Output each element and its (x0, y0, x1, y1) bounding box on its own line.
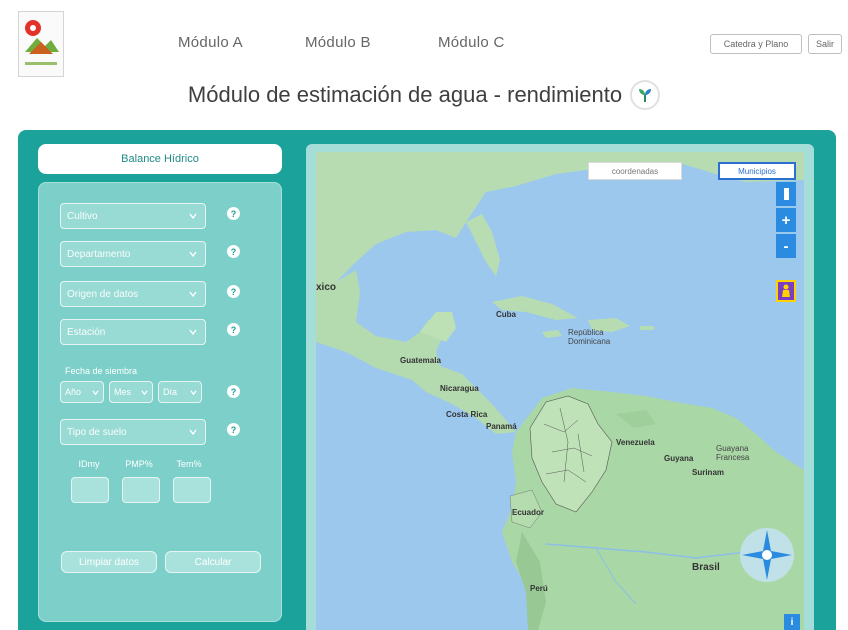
clear-data-button[interactable]: Limpiar datos (61, 551, 157, 573)
tipo-suelo-select[interactable]: Tipo de suelo (60, 419, 206, 445)
month-select-label: Mes (114, 387, 132, 397)
zoom-out-button[interactable]: - (776, 234, 796, 258)
zoom-controls: + - (776, 182, 796, 258)
estacion-select[interactable]: Estación (60, 319, 206, 345)
fecha-siembra-label: Fecha de siembra (65, 366, 138, 376)
help-icon[interactable]: ? (227, 323, 240, 336)
departamento-select-label: Departamento (67, 248, 131, 260)
idmy-input[interactable] (71, 477, 109, 503)
fullscreen-icon[interactable] (776, 182, 796, 206)
plant-icon (630, 80, 661, 110)
map-label-guyana: Guyana (664, 454, 694, 463)
idmy-label: IDmy (78, 459, 100, 469)
main-panel: Balance Hídrico Cultivo ? Departamento ?… (18, 130, 836, 630)
map-label-panama: Panamá (486, 422, 517, 431)
map-label-mexico: xico (316, 282, 337, 293)
app-logo[interactable] (18, 11, 64, 77)
help-icon[interactable]: ? (227, 285, 240, 298)
map-frame: xico Cuba República Dominicana Guatemala… (306, 144, 814, 630)
map-terrain (316, 152, 804, 630)
map-label-brasil: Brasil (692, 562, 720, 573)
map-label-guayana-fr: Guayana Francesa (716, 444, 750, 462)
origen-datos-select-label: Origen de datos (67, 288, 139, 300)
cultivo-select[interactable]: Cultivo (60, 203, 206, 229)
estacion-select-label: Estación (67, 326, 106, 338)
map-canvas[interactable]: xico Cuba República Dominicana Guatemala… (316, 152, 804, 630)
day-select-label: Día (163, 387, 178, 397)
help-icon[interactable]: ? (227, 423, 240, 436)
form-panel: Cultivo ? Departamento ? Origen de datos… (38, 182, 282, 622)
map-label-venezuela: Venezuela (616, 438, 655, 447)
info-button[interactable]: i (784, 614, 800, 630)
chevron-down-icon (189, 291, 197, 298)
map-label-guatemala: Guatemala (400, 356, 441, 365)
map-layer-toggle: coordenadas Municipios (588, 162, 796, 180)
tipo-suelo-select-label: Tipo de suelo (67, 426, 127, 438)
pmp-label: PMP% (125, 459, 153, 469)
nav-modulo-b[interactable]: Módulo B (305, 34, 371, 51)
chevron-down-icon (141, 390, 148, 396)
calculate-button[interactable]: Calcular (165, 551, 261, 573)
pmp-input[interactable] (122, 477, 160, 503)
map-label-nicaragua: Nicaragua (440, 384, 479, 393)
chevron-down-icon (190, 390, 197, 396)
map-label-ecuador: Ecuador (512, 508, 545, 517)
year-select[interactable]: Año (60, 381, 104, 403)
month-select[interactable]: Mes (109, 381, 153, 403)
nav-modulo-c[interactable]: Módulo C (438, 34, 505, 51)
tem-input[interactable] (173, 477, 211, 503)
chevron-down-icon (92, 390, 99, 396)
top-bar: Módulo A Módulo B Módulo C Catedra y Pla… (0, 0, 848, 80)
map-label-rep-dom: República Dominicana (568, 328, 611, 346)
help-icon[interactable]: ? (227, 245, 240, 258)
chevron-down-icon (189, 329, 197, 336)
toggle-municipios[interactable]: Municipios (718, 162, 796, 180)
toggle-coordenadas[interactable]: coordenadas (588, 162, 682, 180)
exit-button[interactable]: Salir (808, 34, 842, 54)
guide-button[interactable]: Catedra y Plano (710, 34, 802, 54)
nav-modulo-a[interactable]: Módulo A (178, 34, 243, 51)
page-title-row: Módulo de estimación de agua - rendimien… (0, 80, 848, 110)
departamento-select[interactable]: Departamento (60, 241, 206, 267)
zoom-in-button[interactable]: + (776, 208, 796, 232)
map-label-costa-rica: Costa Rica (446, 410, 488, 419)
day-select[interactable]: Día (158, 381, 202, 403)
map-label-suriname: Surinam (692, 468, 725, 477)
cultivo-select-label: Cultivo (67, 210, 98, 222)
pegman-icon[interactable] (776, 280, 796, 302)
origen-datos-select[interactable]: Origen de datos (60, 281, 206, 307)
tab-balance-hidrico[interactable]: Balance Hídrico (38, 144, 282, 174)
help-icon[interactable]: ? (227, 385, 240, 398)
map-label-peru: Perú (530, 584, 548, 593)
page-title: Módulo de estimación de agua - rendimien… (187, 82, 623, 107)
chevron-down-icon (189, 429, 197, 436)
map-label-cuba: Cuba (496, 310, 516, 319)
chevron-down-icon (189, 251, 197, 258)
chevron-down-icon (189, 213, 197, 220)
year-select-label: Año (65, 387, 82, 397)
compass-icon[interactable] (738, 526, 796, 584)
help-icon[interactable]: ? (227, 207, 240, 220)
tem-label: Tem% (176, 459, 202, 469)
